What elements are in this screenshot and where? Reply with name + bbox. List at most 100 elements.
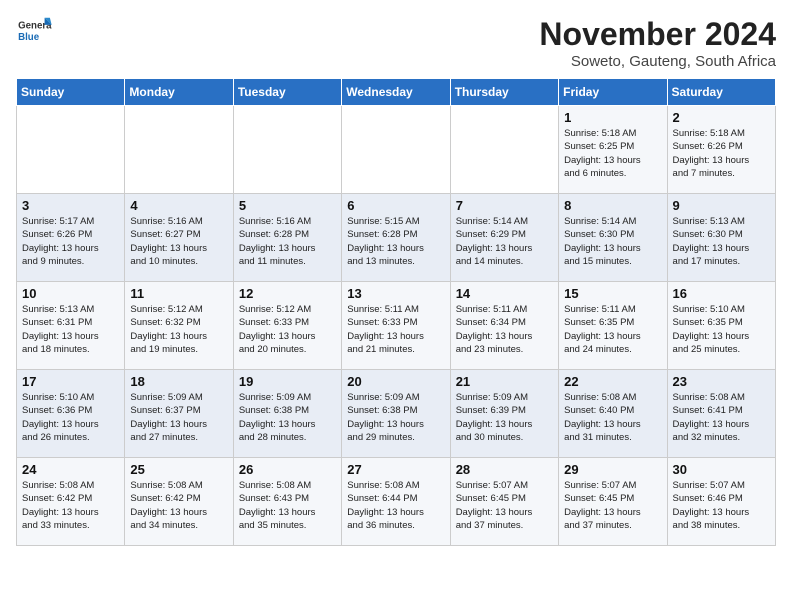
calendar-cell: 26 Sunrise: 5:08 AMSunset: 6:43 PMDayligh… <box>233 458 341 546</box>
day-number: 12 <box>239 286 336 301</box>
cell-info: Sunrise: 5:11 AMSunset: 6:34 PMDaylight:… <box>456 303 553 356</box>
cell-info: Sunrise: 5:09 AMSunset: 6:39 PMDaylight:… <box>456 391 553 444</box>
cell-info: Sunrise: 5:17 AMSunset: 6:26 PMDaylight:… <box>22 215 119 268</box>
day-number: 26 <box>239 462 336 477</box>
calendar-cell: 18 Sunrise: 5:09 AMSunset: 6:37 PMDayligh… <box>125 370 233 458</box>
calendar-cell <box>17 106 125 194</box>
weekday-header-friday: Friday <box>559 79 667 106</box>
day-number: 28 <box>456 462 553 477</box>
day-number: 20 <box>347 374 444 389</box>
day-number: 30 <box>673 462 770 477</box>
location-subtitle: Soweto, Gauteng, South Africa <box>539 53 776 70</box>
calendar-cell: 25 Sunrise: 5:08 AMSunset: 6:42 PMDayligh… <box>125 458 233 546</box>
day-number: 9 <box>673 198 770 213</box>
cell-info: Sunrise: 5:08 AMSunset: 6:42 PMDaylight:… <box>130 479 227 532</box>
calendar-cell: 28 Sunrise: 5:07 AMSunset: 6:45 PMDayligh… <box>450 458 558 546</box>
day-number: 29 <box>564 462 661 477</box>
calendar-cell: 21 Sunrise: 5:09 AMSunset: 6:39 PMDayligh… <box>450 370 558 458</box>
day-number: 18 <box>130 374 227 389</box>
calendar-cell: 2 Sunrise: 5:18 AMSunset: 6:26 PMDaylight… <box>667 106 775 194</box>
month-title: November 2024 <box>539 16 776 53</box>
calendar-cell: 10Sunrise: 5:13 AMSunset: 6:31 PMDayligh… <box>17 282 125 370</box>
cell-info: Sunrise: 5:14 AMSunset: 6:30 PMDaylight:… <box>564 215 661 268</box>
calendar-cell: 4 Sunrise: 5:16 AMSunset: 6:27 PMDaylight… <box>125 194 233 282</box>
calendar-cell: 24Sunrise: 5:08 AMSunset: 6:42 PMDayligh… <box>17 458 125 546</box>
cell-info: Sunrise: 5:09 AMSunset: 6:38 PMDaylight:… <box>239 391 336 444</box>
cell-info: Sunrise: 5:08 AMSunset: 6:43 PMDaylight:… <box>239 479 336 532</box>
cell-info: Sunrise: 5:10 AMSunset: 6:36 PMDaylight:… <box>22 391 119 444</box>
day-number: 22 <box>564 374 661 389</box>
calendar-cell: 11Sunrise: 5:12 AMSunset: 6:32 PMDayligh… <box>125 282 233 370</box>
cell-info: Sunrise: 5:08 AMSunset: 6:41 PMDaylight:… <box>673 391 770 444</box>
calendar-week-row: 1Sunrise: 5:18 AMSunset: 6:25 PMDaylight… <box>17 106 776 194</box>
cell-info: Sunrise: 5:07 AMSunset: 6:46 PMDaylight:… <box>673 479 770 532</box>
calendar-cell: 3 Sunrise: 5:17 AMSunset: 6:26 PMDaylight… <box>17 194 125 282</box>
day-number: 7 <box>456 198 553 213</box>
calendar-cell <box>125 106 233 194</box>
day-number: 2 <box>673 110 770 125</box>
calendar-cell: 23 Sunrise: 5:08 AMSunset: 6:41 PMDayligh… <box>667 370 775 458</box>
calendar-cell: 9 Sunrise: 5:13 AMSunset: 6:30 PMDaylight… <box>667 194 775 282</box>
calendar-cell: 19Sunrise: 5:09 AMSunset: 6:38 PMDayligh… <box>233 370 341 458</box>
calendar-table: SundayMondayTuesdayWednesdayThursdayFrid… <box>16 78 776 546</box>
calendar-cell: 16 Sunrise: 5:10 AMSunset: 6:35 PMDayligh… <box>667 282 775 370</box>
cell-info: Sunrise: 5:09 AMSunset: 6:38 PMDaylight:… <box>347 391 444 444</box>
weekday-header-tuesday: Tuesday <box>233 79 341 106</box>
cell-info: Sunrise: 5:07 AMSunset: 6:45 PMDaylight:… <box>456 479 553 532</box>
cell-info: Sunrise: 5:13 AMSunset: 6:31 PMDaylight:… <box>22 303 119 356</box>
calendar-cell <box>342 106 450 194</box>
day-number: 21 <box>456 374 553 389</box>
cell-info: Sunrise: 5:12 AMSunset: 6:33 PMDaylight:… <box>239 303 336 356</box>
day-number: 5 <box>239 198 336 213</box>
cell-info: Sunrise: 5:14 AMSunset: 6:29 PMDaylight:… <box>456 215 553 268</box>
cell-info: Sunrise: 5:08 AMSunset: 6:44 PMDaylight:… <box>347 479 444 532</box>
cell-info: Sunrise: 5:08 AMSunset: 6:40 PMDaylight:… <box>564 391 661 444</box>
cell-info: Sunrise: 5:16 AMSunset: 6:27 PMDaylight:… <box>130 215 227 268</box>
day-number: 14 <box>456 286 553 301</box>
calendar-cell <box>450 106 558 194</box>
day-number: 1 <box>564 110 661 125</box>
day-number: 11 <box>130 286 227 301</box>
cell-info: Sunrise: 5:11 AMSunset: 6:35 PMDaylight:… <box>564 303 661 356</box>
day-number: 17 <box>22 374 119 389</box>
calendar-cell: 17 Sunrise: 5:10 AMSunset: 6:36 PMDayligh… <box>17 370 125 458</box>
day-number: 6 <box>347 198 444 213</box>
calendar-cell: 5Sunrise: 5:16 AMSunset: 6:28 PMDaylight… <box>233 194 341 282</box>
cell-info: Sunrise: 5:15 AMSunset: 6:28 PMDaylight:… <box>347 215 444 268</box>
cell-info: Sunrise: 5:10 AMSunset: 6:35 PMDaylight:… <box>673 303 770 356</box>
calendar-week-row: 17 Sunrise: 5:10 AMSunset: 6:36 PMDayligh… <box>17 370 776 458</box>
calendar-cell: 8Sunrise: 5:14 AMSunset: 6:30 PMDaylight… <box>559 194 667 282</box>
weekday-header-row: SundayMondayTuesdayWednesdayThursdayFrid… <box>17 79 776 106</box>
day-number: 16 <box>673 286 770 301</box>
day-number: 15 <box>564 286 661 301</box>
cell-info: Sunrise: 5:11 AMSunset: 6:33 PMDaylight:… <box>347 303 444 356</box>
cell-info: Sunrise: 5:13 AMSunset: 6:30 PMDaylight:… <box>673 215 770 268</box>
day-number: 25 <box>130 462 227 477</box>
calendar-cell <box>233 106 341 194</box>
calendar-week-row: 24Sunrise: 5:08 AMSunset: 6:42 PMDayligh… <box>17 458 776 546</box>
weekday-header-sunday: Sunday <box>17 79 125 106</box>
calendar-cell: 27 Sunrise: 5:08 AMSunset: 6:44 PMDayligh… <box>342 458 450 546</box>
day-number: 27 <box>347 462 444 477</box>
day-number: 3 <box>22 198 119 213</box>
day-number: 4 <box>130 198 227 213</box>
weekday-header-thursday: Thursday <box>450 79 558 106</box>
calendar-cell: 6 Sunrise: 5:15 AMSunset: 6:28 PMDaylight… <box>342 194 450 282</box>
calendar-cell: 29 Sunrise: 5:07 AMSunset: 6:45 PMDayligh… <box>559 458 667 546</box>
cell-info: Sunrise: 5:09 AMSunset: 6:37 PMDaylight:… <box>130 391 227 444</box>
calendar-week-row: 3 Sunrise: 5:17 AMSunset: 6:26 PMDaylight… <box>17 194 776 282</box>
calendar-cell: 7 Sunrise: 5:14 AMSunset: 6:29 PMDaylight… <box>450 194 558 282</box>
day-number: 23 <box>673 374 770 389</box>
header: General Blue November 2024 Soweto, Gaute… <box>16 16 776 70</box>
logo-icon: General Blue <box>16 16 52 46</box>
cell-info: Sunrise: 5:07 AMSunset: 6:45 PMDaylight:… <box>564 479 661 532</box>
weekday-header-saturday: Saturday <box>667 79 775 106</box>
calendar-cell: 30 Sunrise: 5:07 AMSunset: 6:46 PMDayligh… <box>667 458 775 546</box>
calendar-cell: 22 Sunrise: 5:08 AMSunset: 6:40 PMDayligh… <box>559 370 667 458</box>
calendar-cell: 15 Sunrise: 5:11 AMSunset: 6:35 PMDayligh… <box>559 282 667 370</box>
weekday-header-monday: Monday <box>125 79 233 106</box>
day-number: 13 <box>347 286 444 301</box>
weekday-header-wednesday: Wednesday <box>342 79 450 106</box>
cell-info: Sunrise: 5:18 AMSunset: 6:26 PMDaylight:… <box>673 127 770 180</box>
svg-text:Blue: Blue <box>18 32 40 43</box>
